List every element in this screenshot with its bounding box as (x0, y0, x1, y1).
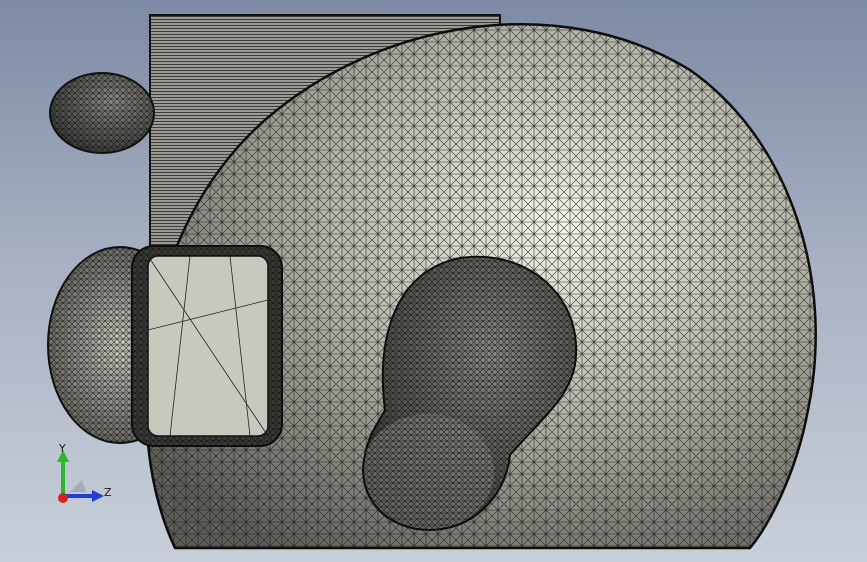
top-knob (49, 72, 155, 154)
mesh-model (47, 14, 817, 550)
x-axis-origin (58, 493, 68, 503)
z-axis-arrowhead (92, 490, 104, 502)
y-axis-label: Y (59, 442, 66, 455)
graphics-viewport[interactable]: Y Z (0, 0, 867, 562)
z-axis-label: Z (104, 486, 112, 499)
square-port (131, 245, 283, 447)
